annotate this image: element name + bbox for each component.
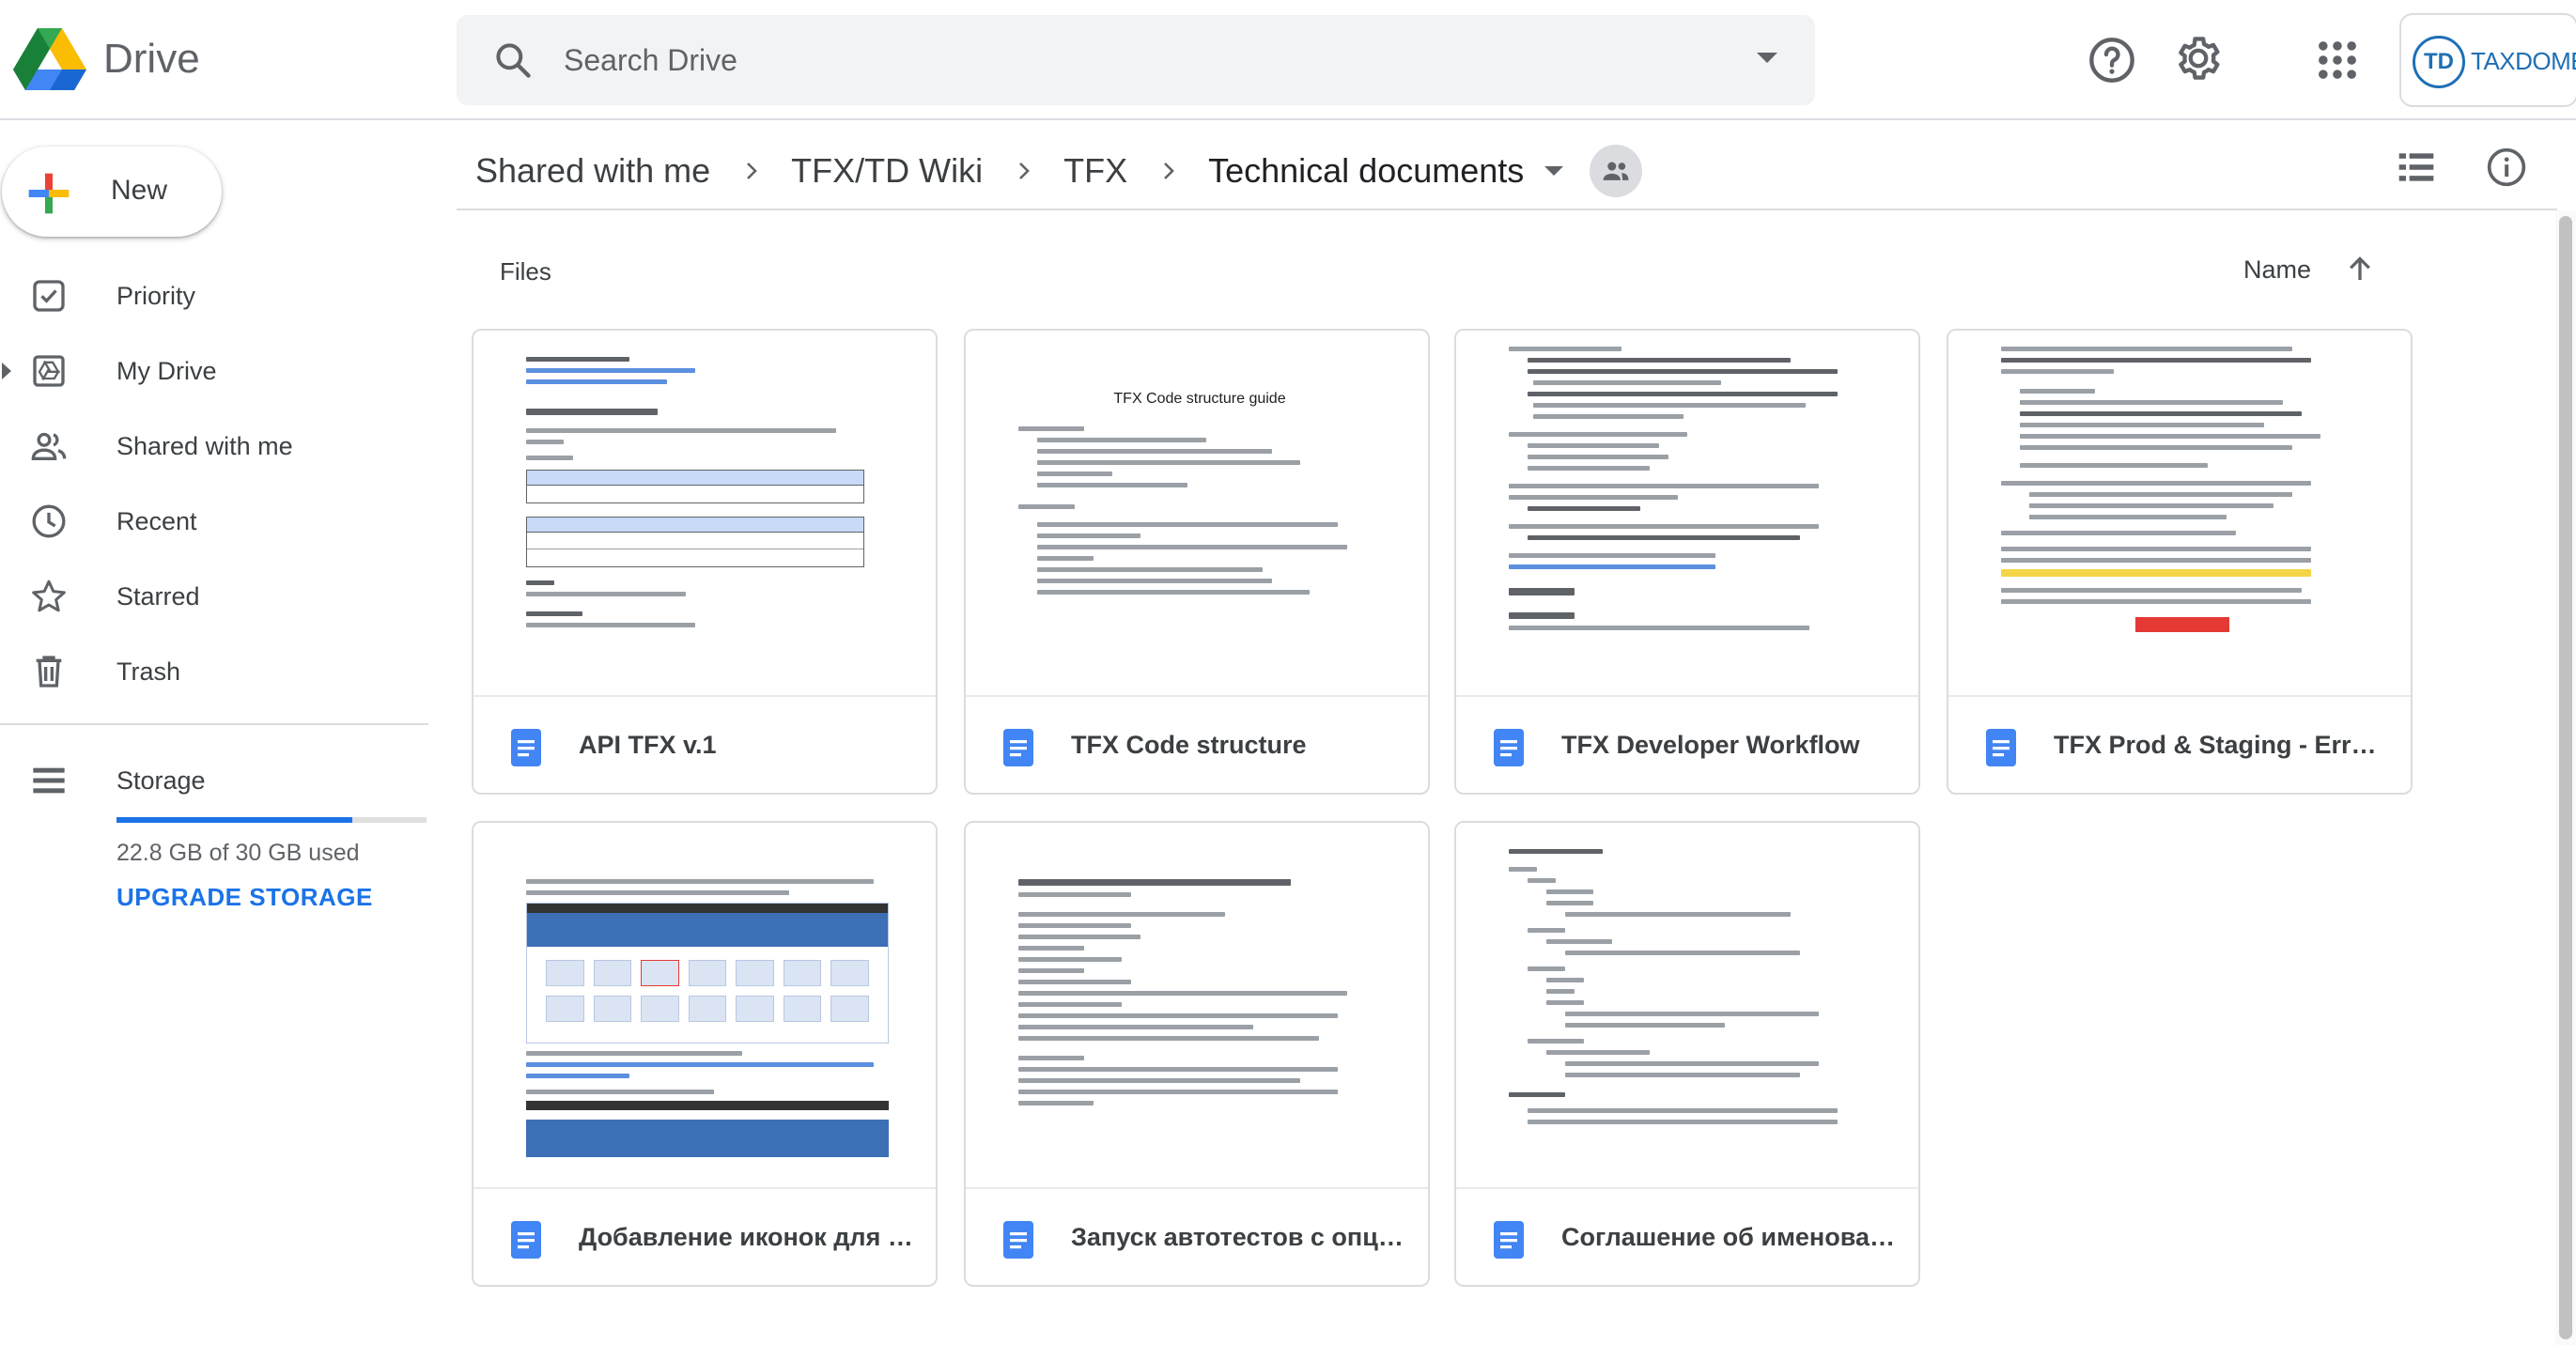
trash-icon [36,656,62,688]
search-bar[interactable] [457,15,1815,105]
info-icon[interactable] [2486,147,2527,188]
file-thumbnail [473,823,936,1189]
breadcrumb: Shared with me TFX/TD Wiki TFX Technical… [475,143,1643,199]
taxdome-logo-icon: TD [2413,36,2465,88]
storage-usage-bar [116,817,427,823]
google-doc-icon [1494,1221,1524,1259]
breadcrumb-current-folder[interactable]: Technical documents [1208,151,1524,191]
file-thumbnail [1456,331,1918,697]
sidebar-item-label: Starred [116,582,200,611]
scrollbar-thumb[interactable] [2559,216,2572,1339]
file-name: TFX Prod & Staging - Error H... [2054,731,2392,759]
sort-by-name-button[interactable]: Name [2243,255,2311,285]
storage-usage-fill [116,817,352,823]
file-name: Соглашение об именовании [1561,1223,1900,1251]
app-name: Drive [103,36,200,82]
file-thumbnail [473,331,936,697]
file-card[interactable]: API TFX v.1 [472,329,938,795]
sidebar-item-label: Recent [116,507,197,535]
google-doc-icon [1003,1221,1033,1259]
shared-people-icon [1603,162,1629,180]
file-card[interactable]: TFX Developer Workflow [1454,329,1920,795]
file-card[interactable]: TFX Code structure guide TFX Code struct… [964,329,1430,795]
drive-logo[interactable]: Drive [13,26,200,92]
settings-gear-icon[interactable] [2174,34,2223,83]
apps-grid-icon[interactable] [2313,36,2362,85]
sidebar-item-label: Priority [116,282,196,310]
warning-highlight [2135,617,2229,632]
shared-folder-badge[interactable] [1590,145,1643,197]
arrow-up-icon[interactable] [2343,252,2377,286]
sidebar-item-storage[interactable]: Storage [0,748,413,813]
file-card[interactable]: Соглашение об именовании [1454,821,1920,1287]
breadcrumb-item[interactable]: Shared with me [475,151,710,191]
files-section-title: Files [500,257,551,286]
plus-icon [28,173,70,214]
upgrade-storage-link[interactable]: UPGRADE STORAGE [116,883,373,912]
file-name: TFX Code structure [1071,731,1307,759]
file-card[interactable]: Добавление иконок для ка... [472,821,938,1287]
google-doc-icon [1003,729,1033,766]
chevron-right-icon [1019,162,1030,179]
file-name: TFX Developer Workflow [1561,731,1860,759]
storage-label: Storage [116,766,206,795]
sidebar-item-label: My Drive [116,357,217,385]
google-doc-icon [511,729,541,766]
account-button[interactable]: TD TAXDOME [2399,13,2576,107]
star-icon [32,580,66,612]
sidebar-item-trash[interactable]: Trash [0,639,413,704]
my-drive-icon [33,355,65,387]
search-input[interactable] [564,32,1672,88]
file-card[interactable]: Запуск автотестов с опцие... [964,821,1430,1287]
file-thumbnail [1948,331,2411,697]
sidebar-item-my-drive[interactable]: My Drive [0,338,413,404]
new-button[interactable]: New [2,147,222,237]
search-options-caret-icon[interactable] [1757,53,1777,63]
chevron-right-icon [1164,162,1174,179]
expand-caret-icon[interactable] [2,363,11,379]
file-name: Добавление иконок для ка... [579,1223,917,1251]
file-name: API TFX v.1 [579,731,717,759]
content-divider [457,209,2557,210]
list-view-icon[interactable] [2396,147,2437,188]
google-doc-icon [1494,729,1524,766]
file-name: Запуск автотестов с опцие... [1071,1223,1409,1251]
storage-usage-text: 22.8 GB of 30 GB used [116,840,360,866]
sidebar-item-starred[interactable]: Starred [0,564,413,629]
help-icon[interactable] [2087,36,2136,85]
breadcrumb-item[interactable]: TFX [1063,151,1127,191]
chevron-right-icon [747,162,757,179]
google-doc-icon [511,1221,541,1259]
breadcrumb-item[interactable]: TFX/TD Wiki [791,151,983,191]
sidebar-item-label: Trash [116,657,181,686]
sidebar-divider [0,723,428,725]
file-thumbnail [1456,823,1918,1189]
folder-menu-caret-icon[interactable] [1544,166,1564,176]
search-icon[interactable] [492,39,534,81]
file-thumbnail [966,823,1428,1189]
storage-icon [33,767,65,794]
shared-people-icon [31,432,67,460]
account-label: TAXDOME [2471,47,2576,75]
google-doc-icon [1986,729,2016,766]
file-card[interactable]: TFX Prod & Staging - Error H... [1947,329,2413,795]
drive-logo-icon [13,28,86,90]
thumbnail-title: TFX Code structure guide [1113,391,1286,407]
sidebar-item-shared-with-me[interactable]: Shared with me [0,413,413,479]
sidebar-item-label: Shared with me [116,432,293,460]
new-button-label: New [111,175,168,206]
file-thumbnail: TFX Code structure guide [966,331,1428,697]
priority-icon [33,280,65,312]
sidebar-item-priority[interactable]: Priority [0,263,413,329]
clock-icon [32,504,66,538]
top-bar: Drive TD TAXDOME [0,0,2576,120]
sidebar-item-recent[interactable]: Recent [0,488,413,554]
